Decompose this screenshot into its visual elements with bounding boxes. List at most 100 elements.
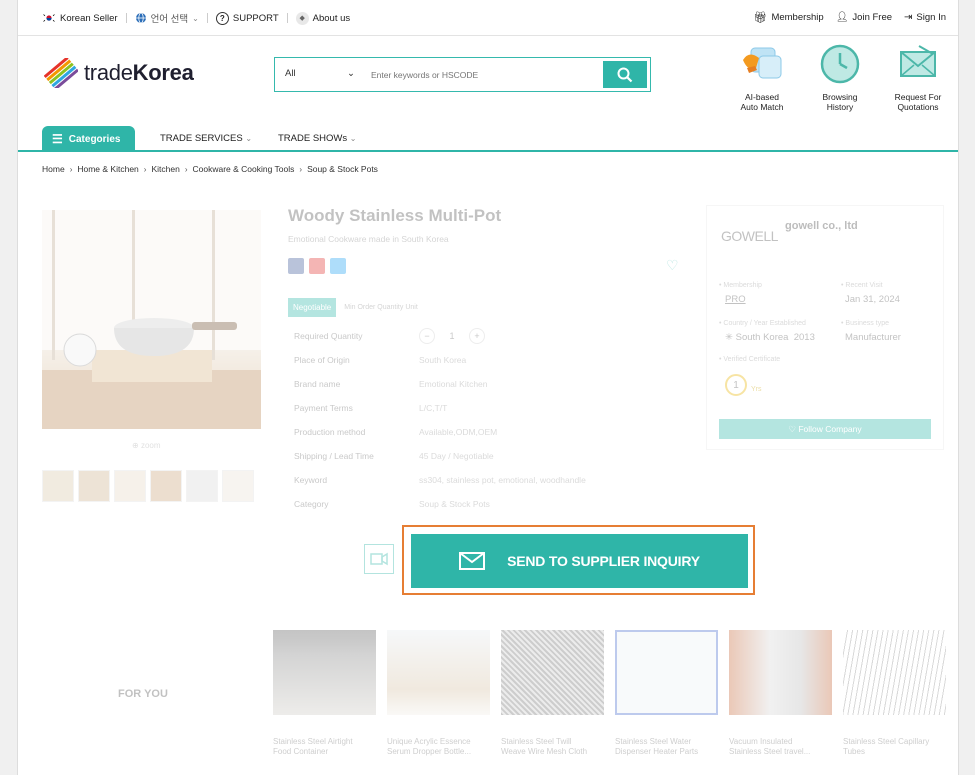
recommended-item[interactable]: Stainless Steel Twill Weave Wire Mesh Clo… (501, 630, 604, 757)
follow-label: Follow Company (798, 424, 862, 434)
recommended-caption: Stainless Steel Water Dispenser Heater Pa… (615, 737, 718, 757)
supplier-card: GOWELL gowell co., ltd • Membership PRO … (706, 205, 944, 450)
recommended-image (729, 630, 832, 715)
video-call-button[interactable] (364, 544, 394, 574)
chevron-right-icon: › (299, 164, 303, 174)
twitter-icon[interactable] (330, 258, 346, 274)
chevron-down-icon: ⌄ (349, 134, 357, 143)
thumbnail[interactable] (222, 470, 254, 502)
recommended-caption: Stainless Steel Twill Weave Wire Mesh Clo… (501, 737, 604, 757)
spec-row: Required Quantity − 1 + (294, 328, 714, 351)
search-icon (617, 67, 633, 82)
main-nav: ☰ Categories TRADE SERVICES ⌄ TRADE SHOW… (18, 124, 958, 152)
categories-button[interactable]: ☰ Categories (42, 126, 135, 152)
breadcrumb-item[interactable]: Home & Kitchen (77, 164, 138, 174)
facebook-icon[interactable] (288, 258, 304, 274)
spec-value: Available,ODM,OEM (419, 427, 498, 437)
pinterest-icon[interactable] (309, 258, 325, 274)
recommended-item[interactable]: Stainless Steel Water Dispenser Heater Pa… (615, 630, 718, 757)
recommended-item[interactable]: Vacuum Insulated Stainless Steel travel..… (729, 630, 832, 757)
increase-button[interactable]: + (469, 328, 485, 344)
sign-in-link[interactable]: ⇥ Sign In (904, 12, 946, 23)
supplier-name[interactable]: gowell co., ltd (785, 220, 858, 232)
search-button[interactable] (603, 61, 647, 88)
globe-icon (135, 12, 146, 24)
zoom-button[interactable]: ⊕ zoom (132, 441, 161, 450)
browsing-label-1: Browsing (822, 92, 858, 102)
thumbnail[interactable] (186, 470, 218, 502)
nav-trade-services[interactable]: TRADE SERVICES ⌄ (160, 133, 252, 144)
breadcrumb-item[interactable]: Kitchen (151, 164, 179, 174)
price-tag: Negotiable (288, 298, 337, 317)
recommended-image (387, 630, 490, 715)
site-logo[interactable]: tradeKorea (44, 58, 194, 88)
request-quotations-link[interactable]: Request For Quotations (879, 42, 957, 112)
spec-value: Emotional Kitchen (419, 379, 488, 389)
certificate-label: • Verified Certificate (719, 356, 781, 363)
search-category-value: All (285, 68, 296, 79)
recommended-caption: Stainless Steel Capillary Tubes (843, 737, 946, 757)
recommended-image (273, 630, 376, 715)
heart-icon[interactable]: ♡ (666, 257, 679, 274)
quantity-value[interactable]: 1 (441, 328, 463, 344)
page-frame: Korean Seller 언어 선택 ⌄ ? SUPPORT ◆ About … (17, 0, 959, 775)
chevron-right-icon: › (143, 164, 147, 174)
thumbnail[interactable] (150, 470, 182, 502)
spec-row: Place of Origin South Korea (294, 355, 714, 375)
search-category-select[interactable]: All ⌄ (285, 68, 355, 79)
thumbnail[interactable] (78, 470, 110, 502)
decrease-button[interactable]: − (419, 328, 435, 344)
breadcrumb-item[interactable]: Home (42, 164, 65, 174)
moq-label: Min Order Quantity Unit (344, 304, 418, 311)
inquiry-highlight: SEND TO SUPPLIER INQUIRY (402, 525, 755, 595)
recommended-item[interactable]: Unique Acrylic Essence Serum Dropper Bott… (387, 630, 490, 757)
support-label: SUPPORT (232, 12, 279, 24)
ai-auto-match-link[interactable]: AI-based Auto Match (723, 42, 801, 112)
video-icon (370, 552, 388, 566)
caption-line: Tubes (843, 747, 865, 756)
caption-line: Stainless Steel Capillary (843, 737, 930, 746)
spec-key: Keyword (294, 475, 328, 485)
spec-key: Shipping / Lead Time (294, 451, 374, 461)
language-label: 언어 선택 (150, 14, 189, 25)
breadcrumb-item[interactable]: Soup & Stock Pots (307, 164, 378, 174)
join-free-link[interactable]: 👤︎ Join Free (836, 12, 892, 23)
country-label: • Country / Year Established (719, 320, 806, 327)
language-select[interactable]: 언어 선택 ⌄ (135, 11, 199, 25)
spec-key: Required Quantity (294, 331, 363, 341)
yrs-label: Yrs (751, 386, 762, 393)
spec-key: Brand name (294, 379, 341, 389)
recommended-image (501, 630, 604, 715)
browsing-history-link[interactable]: Browsing History (801, 42, 879, 112)
support-link[interactable]: ? SUPPORT (215, 11, 279, 25)
spec-value: L/C,T/T (419, 403, 448, 413)
caption-line: Dispenser Heater Parts (615, 747, 699, 756)
membership-link[interactable]: 🎁︎ Membership (753, 11, 823, 24)
thumbnail[interactable] (114, 470, 146, 502)
recommended-caption: Vacuum Insulated Stainless Steel travel..… (729, 737, 832, 757)
rfq-label-1: Request For (894, 92, 942, 102)
add-user-icon: 👤︎ (835, 12, 849, 23)
product-thumbnails (42, 470, 254, 502)
caption-line: Stainless Steel Airtight (273, 737, 353, 746)
korean-seller-link[interactable]: Korean Seller (42, 13, 118, 24)
spec-key: Place of Origin (294, 355, 350, 365)
about-logo-icon: ◆ (295, 11, 309, 25)
search-input[interactable] (371, 66, 591, 84)
recommended-item[interactable]: Stainless Steel Airtight Food Container (273, 630, 376, 757)
about-link[interactable]: ◆ About us (295, 11, 350, 25)
product-main-image[interactable] (42, 210, 261, 429)
recommended-item[interactable]: Stainless Steel Capillary Tubes (843, 630, 946, 757)
caption-line: Stainless Steel Twill (501, 737, 572, 746)
ai-match-label-1: AI-based (744, 92, 780, 102)
send-inquiry-button[interactable]: SEND TO SUPPLIER INQUIRY (411, 534, 748, 588)
follow-company-button[interactable]: ♡ Follow Company (719, 419, 931, 439)
chevron-down-icon: ⌄ (192, 13, 199, 23)
breadcrumb-item[interactable]: Cookware & Cooking Tools (192, 164, 294, 174)
envelope-icon (459, 552, 486, 570)
nav-trade-shows[interactable]: TRADE SHOWs ⌄ (278, 133, 356, 144)
years-value: 1 (733, 379, 739, 391)
business-type-label: • Business type (841, 320, 889, 327)
thumbnail[interactable] (42, 470, 74, 502)
product-photo-illustration (42, 210, 261, 429)
